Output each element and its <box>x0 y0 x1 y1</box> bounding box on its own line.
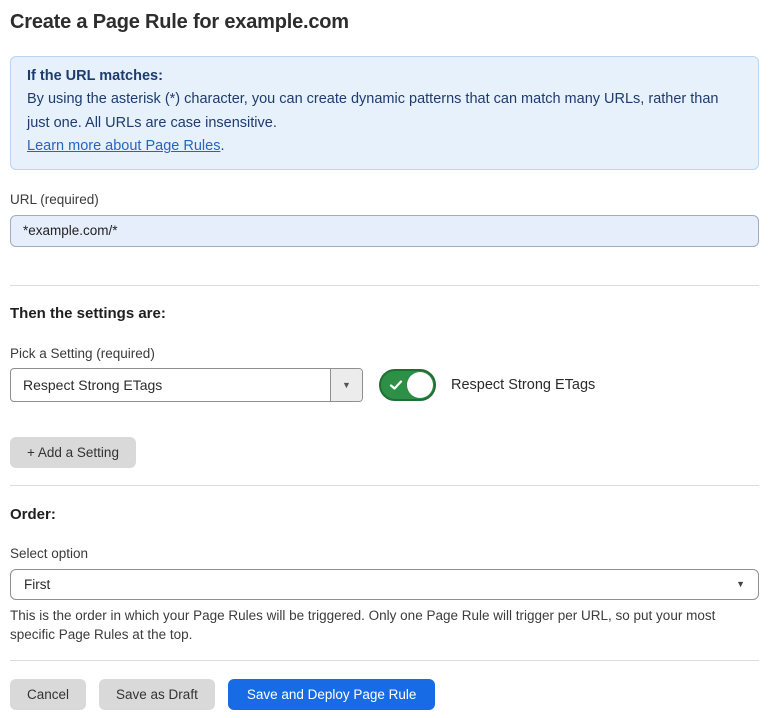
info-box-heading: If the URL matches: <box>27 65 742 88</box>
setting-row: Respect Strong ETags ▼ Respect Strong ET… <box>10 368 759 402</box>
form-actions: Cancel Save as Draft Save and Deploy Pag… <box>10 679 759 710</box>
order-section-heading: Order: <box>10 506 759 523</box>
settings-section-heading: Then the settings are: <box>10 305 759 322</box>
divider <box>10 660 759 661</box>
check-icon <box>388 377 404 393</box>
toggle-knob <box>407 372 433 398</box>
order-select[interactable]: First ▼ <box>10 569 759 600</box>
order-select-label: Select option <box>10 546 759 561</box>
add-setting-button[interactable]: + Add a Setting <box>10 437 136 468</box>
divider <box>10 485 759 486</box>
setting-select-value: Respect Strong ETags <box>11 369 330 401</box>
create-page-rule-form: Create a Page Rule for example.com If th… <box>0 0 769 710</box>
url-match-info-box: If the URL matches: By using the asteris… <box>10 56 759 170</box>
save-as-draft-button[interactable]: Save as Draft <box>99 679 215 710</box>
link-suffix: . <box>220 138 224 154</box>
info-box-body: By using the asterisk (*) character, you… <box>27 88 742 135</box>
setting-toggle[interactable] <box>379 369 436 401</box>
order-help-text: This is the order in which your Page Rul… <box>10 606 750 645</box>
order-select-value: First <box>24 577 50 592</box>
pick-setting-label: Pick a Setting (required) <box>10 346 759 361</box>
toggle-label: Respect Strong ETags <box>451 377 595 393</box>
setting-select-arrow[interactable]: ▼ <box>330 369 362 401</box>
save-and-deploy-button[interactable]: Save and Deploy Page Rule <box>228 679 436 710</box>
chevron-down-icon: ▼ <box>736 579 745 589</box>
divider <box>10 285 759 286</box>
page-title: Create a Page Rule for example.com <box>10 11 759 34</box>
chevron-down-icon: ▼ <box>342 380 351 390</box>
learn-more-link[interactable]: Learn more about Page Rules <box>27 138 220 154</box>
setting-select[interactable]: Respect Strong ETags ▼ <box>10 368 363 402</box>
cancel-button[interactable]: Cancel <box>10 679 86 710</box>
url-input[interactable] <box>10 215 759 247</box>
info-box-link-line: Learn more about Page Rules. <box>27 135 742 158</box>
url-field-label: URL (required) <box>10 192 759 207</box>
